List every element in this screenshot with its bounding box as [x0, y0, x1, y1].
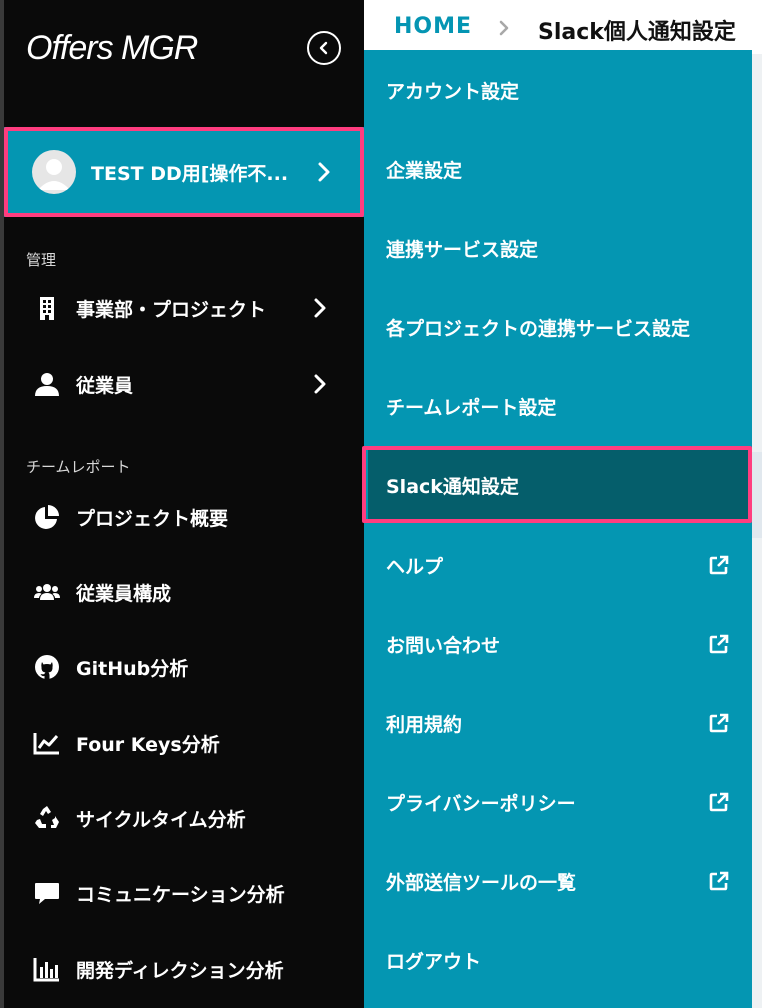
menu-item-label: ヘルプ: [386, 555, 444, 578]
menu-item-label: 企業設定: [386, 159, 463, 182]
sidebar-item-label: GitHub分析: [76, 657, 189, 680]
chevron-left-icon: [319, 41, 328, 55]
breadcrumb-current-page: Slack個人通知設定: [538, 20, 736, 45]
line-chart-icon: [32, 728, 62, 758]
sidebar-item-communication-analysis[interactable]: コミュニケーション分析: [0, 869, 364, 917]
chevron-right-icon: [314, 298, 326, 318]
menu-item-label: お問い合わせ: [386, 634, 501, 657]
external-link-icon: [708, 870, 730, 892]
menu-item-logout[interactable]: ログアウト: [364, 920, 752, 1000]
pie-chart-icon: [32, 502, 62, 532]
app-logo[interactable]: Offers MGR: [26, 28, 198, 68]
account-dropdown-menu: アカウント設定 企業設定 連携サービス設定 各プロジェクトの連携サービス設定 チ…: [364, 50, 752, 1008]
menu-item-team-report-settings[interactable]: チームレポート設定: [364, 366, 752, 446]
menu-item-privacy-policy[interactable]: プライバシーポリシー: [364, 762, 752, 842]
breadcrumb: HOME Slack個人通知設定: [364, 0, 762, 54]
breadcrumb-separator-icon: [499, 20, 509, 36]
menu-item-account-settings[interactable]: アカウント設定: [364, 50, 752, 130]
menu-item-integration-settings[interactable]: 連携サービス設定: [364, 208, 752, 288]
menu-item-label: 連携サービス設定: [386, 238, 539, 261]
github-icon: [32, 652, 62, 682]
sidebar-item-label: サイクルタイム分析: [76, 808, 246, 831]
section-label-management: 管理: [26, 251, 57, 269]
sidebar-item-label: 従業員: [76, 374, 134, 397]
menu-item-label: Slack通知設定: [386, 475, 519, 498]
menu-item-terms-of-service[interactable]: 利用規約: [364, 683, 752, 763]
bar-chart-icon: [32, 954, 62, 984]
comment-icon: [32, 878, 62, 908]
menu-item-slack-notification-settings[interactable]: Slack通知設定: [368, 449, 748, 521]
chevron-right-icon: [314, 374, 326, 394]
building-icon: [32, 293, 62, 323]
user-account-button[interactable]: TEST DD用[操作不...: [4, 127, 364, 217]
sidebar-item-employees[interactable]: 従業員: [0, 360, 364, 408]
collapse-sidebar-button[interactable]: [307, 31, 341, 65]
recycle-icon: [32, 803, 62, 833]
sidebar-item-departments-projects[interactable]: 事業部・プロジェクト: [0, 284, 364, 332]
menu-item-project-integration-settings[interactable]: 各プロジェクトの連携サービス設定: [364, 287, 752, 367]
avatar: [32, 150, 76, 194]
sidebar-item-four-keys-analysis[interactable]: Four Keys分析: [0, 719, 364, 767]
sidebar-item-label: 開発ディレクション分析: [76, 959, 284, 982]
sidebar: Offers MGR TEST DD用[操作不... 管理 事業部・プロジェクト…: [0, 0, 364, 1008]
external-link-icon: [708, 633, 730, 655]
menu-item-label: 外部送信ツールの一覧: [386, 871, 577, 894]
menu-item-label: ログアウト: [386, 950, 482, 973]
menu-item-contact[interactable]: お問い合わせ: [364, 604, 752, 684]
sidebar-item-github-analysis[interactable]: GitHub分析: [0, 643, 364, 691]
menu-item-label: アカウント設定: [386, 80, 520, 103]
page-content-row: [752, 452, 762, 538]
sidebar-item-employee-composition[interactable]: 従業員構成: [0, 568, 364, 616]
sidebar-item-label: プロジェクト概要: [76, 507, 229, 530]
external-link-icon: [708, 554, 730, 576]
chevron-right-icon: [318, 162, 330, 182]
menu-item-label: プライバシーポリシー: [386, 792, 576, 815]
sidebar-item-cycle-time-analysis[interactable]: サイクルタイム分析: [0, 794, 364, 842]
user-name: TEST DD用[操作不...: [91, 162, 289, 185]
menu-item-external-tools-list[interactable]: 外部送信ツールの一覧: [364, 841, 752, 921]
menu-item-help[interactable]: ヘルプ: [364, 525, 752, 605]
section-label-team-report: チームレポート: [26, 458, 131, 476]
external-link-icon: [708, 712, 730, 734]
sidebar-item-project-overview[interactable]: プロジェクト概要: [0, 493, 364, 541]
sidebar-item-label: 従業員構成: [76, 582, 172, 605]
person-icon: [32, 369, 62, 399]
users-icon: [32, 577, 62, 607]
breadcrumb-home-link[interactable]: HOME: [394, 14, 472, 39]
sidebar-item-label: コミュニケーション分析: [76, 883, 285, 906]
default-avatar-icon: [38, 159, 70, 190]
sidebar-item-label: 事業部・プロジェクト: [76, 298, 267, 321]
sidebar-item-development-direction-analysis[interactable]: 開発ディレクション分析: [0, 945, 364, 993]
sidebar-item-label: Four Keys分析: [76, 733, 220, 756]
menu-item-label: チームレポート設定: [386, 396, 557, 419]
menu-item-company-settings[interactable]: 企業設定: [364, 129, 752, 209]
menu-item-label: 利用規約: [386, 713, 463, 736]
menu-item-label: 各プロジェクトの連携サービス設定: [386, 317, 691, 340]
external-link-icon: [708, 791, 730, 813]
